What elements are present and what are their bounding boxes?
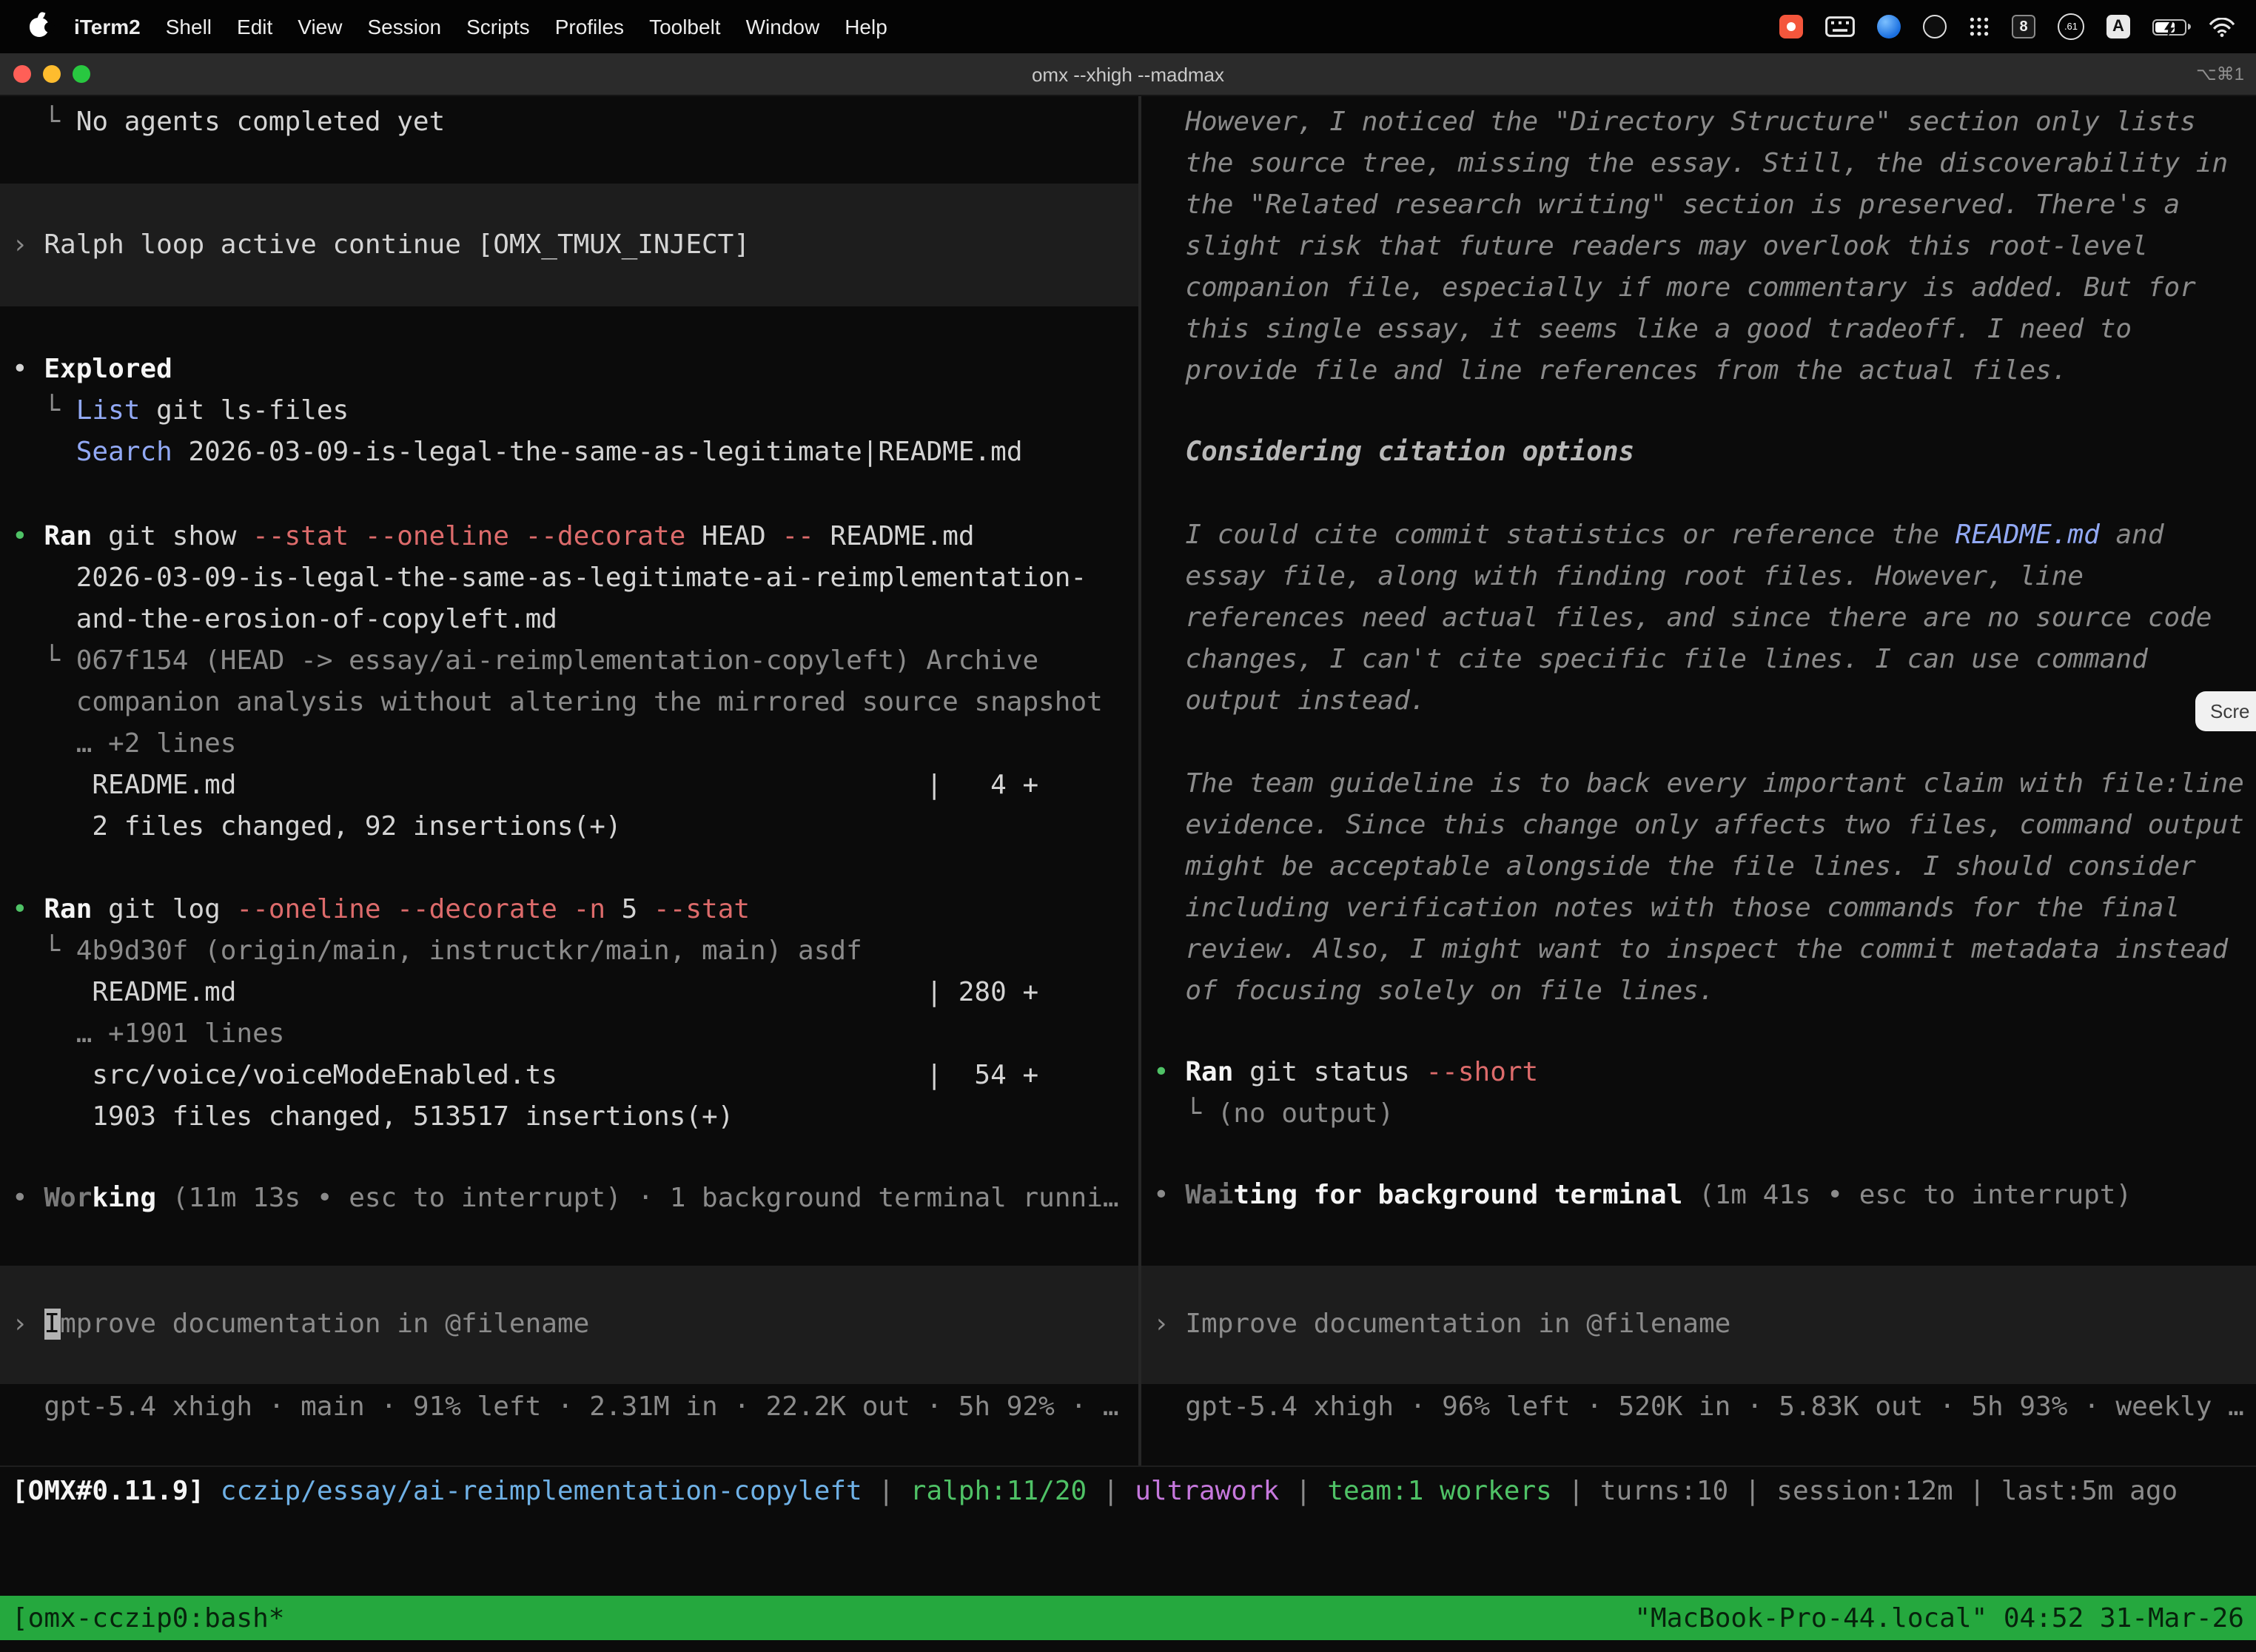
keyboard-icon[interactable] [1825,16,1855,37]
menu-item-edit[interactable]: Edit [237,15,272,38]
reasoning-line: slight risk that future readers may over… [1141,226,2256,268]
reasoning-heading: Considering citation options [1141,432,2256,474]
menu-item-shell[interactable]: Shell [166,15,212,38]
reasoning-paragraph: I could cite commit statistics or refere… [1141,515,2256,722]
menu-bar-menus: iTerm2 Shell Edit View Session Scripts P… [30,15,887,38]
tool-header-line: • Explored [0,349,1138,391]
tool-command-line: • Ran git status --short [1141,1052,2256,1094]
bottom-status-region: [OMX#0.11.9] cczip/essay/ai-reimplementa… [0,1465,2256,1652]
omx-status-line: [OMX#0.11.9] cczip/essay/ai-reimplementa… [0,1471,2256,1513]
reasoning-paragraph: However, I noticed the "Directory Struct… [1141,102,2256,392]
window-title: omx --xhigh --madmax [0,63,2256,85]
tool-command-line: • Ran git show --stat --oneline --decora… [0,517,1138,558]
tmux-session-label: [omx-cczip0:bash* [12,1602,284,1633]
reasoning-heading-block: Considering citation options [1141,432,2256,474]
file-stat-line: 2 files changed, 92 insertions(+) [0,807,1138,848]
menu-item-profiles[interactable]: Profiles [555,15,624,38]
prompt-input[interactable]: › Improve documentation in @filename [1141,1266,2256,1384]
file-stat-line: README.md | 4 + [0,765,1138,807]
tool-output-line: … +1901 lines [0,1014,1138,1055]
reasoning-line: However, I noticed the "Directory Struct… [1141,102,2256,144]
tool-output-line: companion analysis without altering the … [0,682,1138,724]
menu-item-session[interactable]: Session [367,15,441,38]
right-terminal-pane[interactable]: However, I noticed the "Directory Struct… [1141,96,2256,1465]
file-stat-line: src/voice/voiceModeEnabled.ts | 54 + [0,1055,1138,1097]
file-stat-line: README.md | 280 + [0,973,1138,1014]
dots-grid-icon[interactable] [1969,16,1990,37]
reasoning-line: including verification notes with those … [1141,888,2256,930]
tool-command-line: • Ran git log --oneline --decorate -n 5 … [0,890,1138,931]
reasoning-line: might be acceptable alongside the file l… [1141,847,2256,888]
reasoning-line: I could cite commit statistics or refere… [1141,515,2256,557]
battery-charging-icon[interactable] [2152,19,2186,35]
apple-menu-icon[interactable] [30,17,49,36]
menu-item-iterm2[interactable]: iTerm2 [74,15,141,38]
menu-item-help[interactable]: Help [845,15,887,38]
git-status-block: • Ran git status --short └ (no output) [1141,1052,2256,1135]
notification-clip: Scre [2195,691,2256,731]
tool-command-line: 2026-03-09-is-legal-the-same-as-legitima… [0,558,1138,600]
window-title-bar[interactable]: omx --xhigh --madmax ⌥⌘1 [0,53,2256,96]
reasoning-line: essay file, along with finding root file… [1141,557,2256,598]
session-stats-line: gpt-5.4 xhigh · main · 91% left · 2.31M … [0,1387,1119,1428]
key-8-icon[interactable]: 8 [2012,15,2035,38]
menu-item-scripts[interactable]: Scripts [466,15,530,38]
screen: iTerm2 Shell Edit View Session Scripts P… [0,0,2256,1652]
screen-recording-icon[interactable] [1779,15,1803,38]
tool-output-line: … +2 lines [0,724,1138,765]
prompt-input[interactable]: › Improve documentation in @filename [0,1266,1138,1384]
left-terminal-pane[interactable]: └ No agents completed yet › Ralph loop a… [0,96,1138,1465]
reasoning-line: output instead. [1141,681,2256,722]
reasoning-line: the source tree, missing the essay. Stil… [1141,144,2256,185]
prompt-input-line: › Improve documentation in @filename [1141,1304,2256,1346]
git-log-block: • Ran git log --oneline --decorate -n 5 … [0,890,1138,1138]
waiting-status-line: • Waiting for background terminal (1m 41… [1141,1175,2256,1217]
blue-app-icon[interactable] [1877,15,1901,38]
inject-banner: › Ralph loop active continue [OMX_TMUX_I… [0,184,1138,306]
reasoning-line: review. Also, I might want to inspect th… [1141,930,2256,971]
battery-gauge-icon[interactable]: .61 [2058,13,2084,40]
tool-call-line: └ List git ls-files [0,391,1138,432]
reasoning-line: companion file, especially if more comme… [1141,268,2256,309]
tmux-status-bar: [omx-cczip0:bash* "MacBook-Pro-44.local"… [0,1596,2256,1640]
file-stat-line: 1903 files changed, 513517 insertions(+) [0,1097,1138,1138]
menu-bar-status-icons: 8 .61 A [1779,13,2235,40]
reasoning-line: references need actual files, and since … [1141,598,2256,639]
menu-item-toolbelt[interactable]: Toolbelt [649,15,721,38]
tool-output-line: └ (no output) [1141,1094,2256,1135]
window-shortcut-badge: ⌥⌘1 [2196,64,2244,84]
agents-status-line: └ No agents completed yet [0,102,1138,144]
reasoning-line: changes, I can't cite specific file line… [1141,639,2256,681]
git-show-block: • Ran git show --stat --oneline --decora… [0,517,1138,848]
input-source-icon[interactable]: A [2106,15,2130,38]
record-dot-icon [1787,22,1796,31]
dark-circle-app-icon[interactable] [1923,15,1947,38]
reasoning-line: The team guideline is to back every impo… [1141,764,2256,805]
tool-output-line: └ 4b9d30f (origin/main, instructkr/main,… [0,931,1138,973]
terminal-area: └ No agents completed yet › Ralph loop a… [0,96,2256,1465]
working-status-line: • Working (11m 13s • esc to interrupt) ·… [0,1178,1138,1220]
prompt-input-line: › Improve documentation in @filename [0,1304,1138,1346]
wifi-icon[interactable] [2209,17,2235,36]
explored-block: • Explored └ List git ls-files Search 20… [0,349,1138,474]
session-stats-line: gpt-5.4 xhigh · 96% left · 520K in · 5.8… [1141,1387,2244,1428]
tool-command-line: and-the-erosion-of-copyleft.md [0,600,1138,641]
reasoning-line: of focusing solely on file lines. [1141,971,2256,1013]
menu-item-window[interactable]: Window [746,15,820,38]
reasoning-line: evidence. Since this change only affects… [1141,805,2256,847]
tool-output-line: └ 067f154 (HEAD -> essay/ai-reimplementa… [0,641,1138,682]
reasoning-line: provide file and line references from th… [1141,351,2256,392]
menu-item-view[interactable]: View [298,15,342,38]
reasoning-line: the "Related research writing" section i… [1141,185,2256,226]
reasoning-line: this single essay, it seems like a good … [1141,309,2256,351]
inject-banner-line: › Ralph loop active continue [OMX_TMUX_I… [0,225,1138,266]
menu-bar: iTerm2 Shell Edit View Session Scripts P… [0,0,2256,53]
tool-call-line: Search 2026-03-09-is-legal-the-same-as-l… [0,432,1138,474]
tmux-host-clock: "MacBook-Pro-44.local" 04:52 31-Mar-26 [1634,1602,2244,1633]
reasoning-paragraph: The team guideline is to back every impo… [1141,764,2256,1013]
